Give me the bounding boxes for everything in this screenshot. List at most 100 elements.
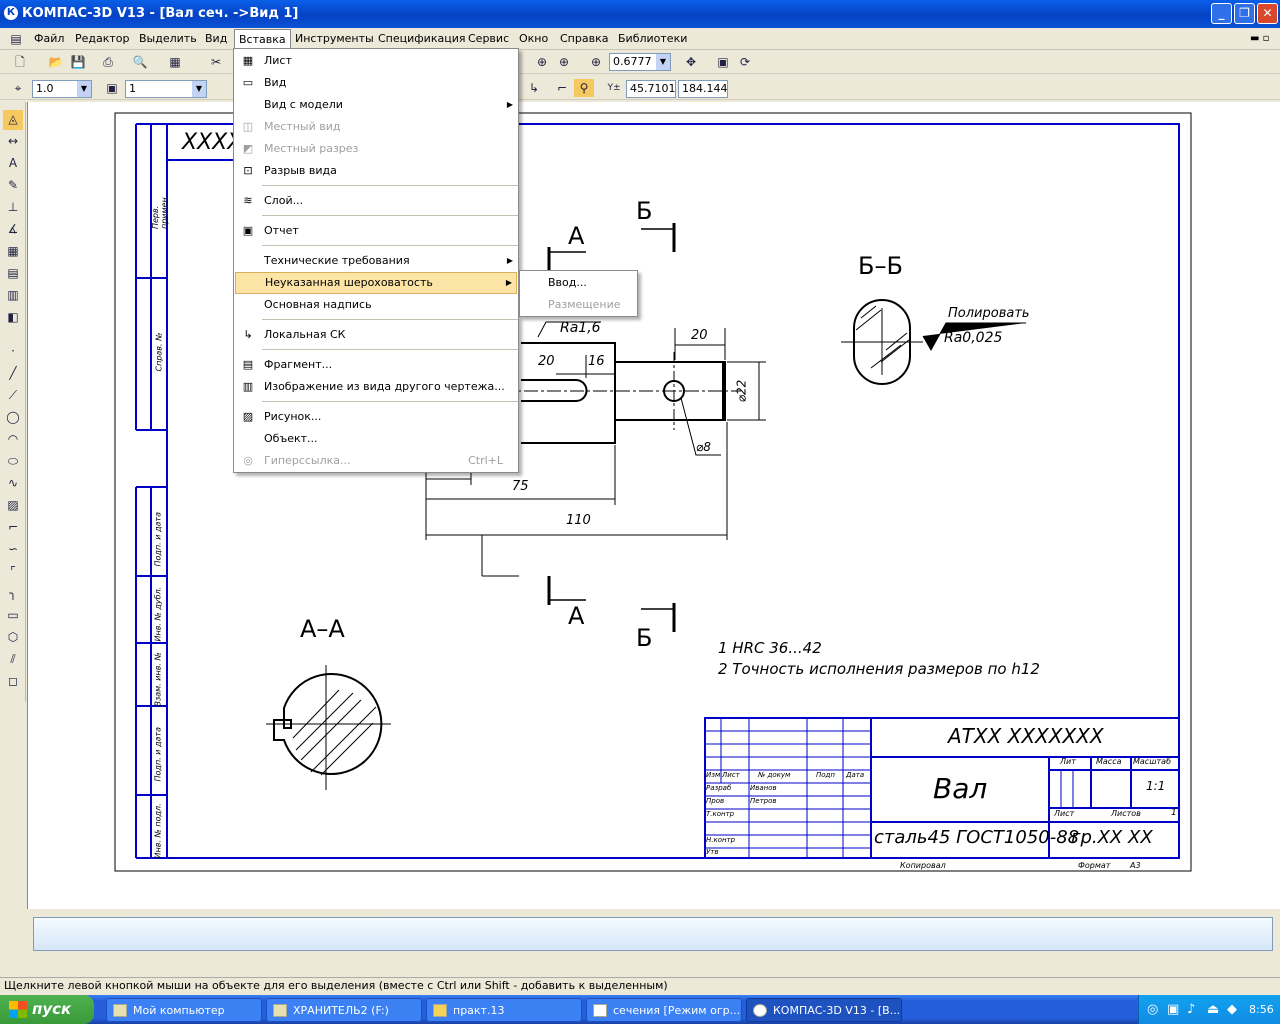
menu-item-view[interactable]: ▭ Вид xyxy=(235,72,517,94)
cut-icon[interactable]: ✂ xyxy=(206,53,226,71)
menu-specification[interactable]: Спецификация xyxy=(374,31,469,47)
edit-icon[interactable]: ✎ xyxy=(3,176,23,196)
notation-icon[interactable]: A xyxy=(3,154,23,174)
equidistant-icon[interactable]: ⫽ xyxy=(3,650,23,670)
start-button[interactable]: пуск xyxy=(0,995,94,1024)
dimensions-icon[interactable]: ↔ xyxy=(3,132,23,152)
coord-x-field[interactable]: 45.7101 xyxy=(626,80,676,98)
menu-item-title-block[interactable]: Основная надпись xyxy=(235,294,517,316)
close-button[interactable]: ✕ xyxy=(1257,3,1278,24)
properties-panel-body[interactable] xyxy=(33,917,1273,951)
menu-item-hyperlink[interactable]: ◎ Гиперссылка... Ctrl+L xyxy=(235,450,517,472)
task-my-computer[interactable]: Мой компьютер xyxy=(106,998,262,1022)
associative-view-icon[interactable]: ▤ xyxy=(3,264,23,284)
task-word-sections[interactable]: сечения [Режим огр... xyxy=(586,998,742,1022)
chamfer-icon[interactable]: ⌜ xyxy=(3,562,23,582)
drawing-sheet[interactable] xyxy=(28,102,1280,909)
new-document-icon[interactable]: 🗋 xyxy=(10,53,30,71)
menu-file[interactable]: Файл xyxy=(30,31,68,47)
menu-item-view-break[interactable]: ⊡ Разрыв вида xyxy=(235,160,517,182)
menu-view[interactable]: Вид xyxy=(201,31,231,47)
aux-line-icon[interactable]: ╱ xyxy=(3,364,23,384)
contour-icon[interactable]: ◻ xyxy=(3,672,23,692)
maximize-button[interactable]: ❐ xyxy=(1234,3,1255,24)
parametrization-icon[interactable]: ⊥ xyxy=(3,198,23,218)
properties-icon[interactable]: ▦ xyxy=(165,53,185,71)
menu-insert[interactable]: Вставка xyxy=(234,29,291,49)
menu-item-image-from-view[interactable]: ▥ Изображение из вида другого чертежа... xyxy=(235,376,517,398)
open-icon[interactable]: 📂 xyxy=(46,53,66,71)
menu-select[interactable]: Выделить xyxy=(135,31,201,47)
preview-icon[interactable]: 🔍 xyxy=(130,53,150,71)
spline-icon[interactable]: ∿ xyxy=(3,474,23,494)
menu-item-picture[interactable]: ▨ Рисунок... xyxy=(235,406,517,428)
menu-item-layer[interactable]: ≋ Слой... xyxy=(235,190,517,212)
menu-item-local-view[interactable]: ◫ Местный вид xyxy=(235,116,517,138)
zoom-in-icon[interactable]: ⊕ xyxy=(554,53,574,71)
chevron-down-icon[interactable]: ▼ xyxy=(77,81,91,97)
circle-icon[interactable]: ◯ xyxy=(3,408,23,428)
layer-state-icon[interactable]: ▣ xyxy=(102,79,122,97)
snap-icon[interactable]: ⌖ xyxy=(8,79,28,97)
volume-icon[interactable]: ♪ xyxy=(1187,1002,1195,1017)
safely-remove-icon[interactable]: ⏏ xyxy=(1207,1002,1219,1017)
submenu-item-placement[interactable]: Размещение xyxy=(548,294,621,316)
segment-icon[interactable]: ⟋ xyxy=(3,386,23,406)
menu-item-local-section[interactable]: ◩ Местный разрез xyxy=(235,138,517,160)
layer-field[interactable]: 1 ▼ xyxy=(125,80,207,98)
menu-edit[interactable]: Редактор xyxy=(71,31,134,47)
ortho-icon[interactable]: ⌐ xyxy=(552,79,572,97)
language-icon[interactable]: ◆ xyxy=(1227,1002,1237,1017)
local-cs-icon[interactable]: ↳ xyxy=(524,79,544,97)
menu-item-local-cs[interactable]: ↳ Локальная СК xyxy=(235,324,517,346)
pan-icon[interactable]: ✥ xyxy=(681,53,701,71)
show-all-icon[interactable]: ▣ xyxy=(713,53,733,71)
point-icon[interactable]: · xyxy=(3,342,23,362)
menu-help[interactable]: Справка xyxy=(556,31,612,47)
menu-item-object[interactable]: Объект... xyxy=(235,428,517,450)
task-kompas[interactable]: КОМПАС-3D V13 - [В... xyxy=(746,998,902,1022)
select-icon[interactable]: ▦ xyxy=(3,242,23,262)
chevron-down-icon[interactable]: ▼ xyxy=(656,54,670,70)
geometry-icon[interactable]: ◬ xyxy=(3,110,23,130)
spec-icon[interactable]: ▥ xyxy=(3,286,23,306)
menu-tools[interactable]: Инструменты xyxy=(291,31,378,47)
display-icon[interactable]: ▣ xyxy=(1167,1002,1179,1017)
arc-icon[interactable]: ◠ xyxy=(3,430,23,450)
task-prakt13[interactable]: практ.13 xyxy=(426,998,582,1022)
polyline-icon[interactable]: ⌐ xyxy=(3,518,23,538)
network-icon[interactable]: ◎ xyxy=(1147,1002,1158,1017)
zoom-window-icon[interactable]: ⊕ xyxy=(532,53,552,71)
bezier-icon[interactable]: ∽ xyxy=(3,540,23,560)
minimize-button[interactable]: _ xyxy=(1211,3,1232,24)
zoom-field[interactable]: 0.6777 ▼ xyxy=(609,53,671,71)
scale-field[interactable]: 1.0 ▼ xyxy=(32,80,92,98)
menu-item-tech-requirements[interactable]: Технические требования ▶ xyxy=(235,250,517,272)
coord-y-field[interactable]: 184.144 xyxy=(678,80,728,98)
ellipse-icon[interactable]: ⬭ xyxy=(3,452,23,472)
chevron-down-icon[interactable]: ▼ xyxy=(192,81,206,97)
menu-service[interactable]: Сервис xyxy=(464,31,513,47)
fillet-icon[interactable]: ╮ xyxy=(3,584,23,604)
drawing-canvas[interactable]: XXXX А А Б Б Б–Б А–А Ra1,6 Полировать Ra… xyxy=(27,102,1280,909)
rectangle-icon[interactable]: ▭ xyxy=(3,606,23,626)
zoom-icon[interactable]: ⊕ xyxy=(586,53,606,71)
menu-item-fragment[interactable]: ▤ Фрагмент... xyxy=(235,354,517,376)
menu-window[interactable]: Окно xyxy=(515,31,552,47)
save-icon[interactable]: 💾 xyxy=(68,53,88,71)
measure-icon[interactable]: ∡ xyxy=(3,220,23,240)
menu-item-view-from-model[interactable]: Вид с модели ▶ xyxy=(235,94,517,116)
reports-icon[interactable]: ◧ xyxy=(3,308,23,328)
menu-libraries[interactable]: Библиотеки xyxy=(614,31,691,47)
snap-toggle-icon[interactable]: ⚲ xyxy=(574,79,594,97)
task-drive-f[interactable]: ХРАНИТЕЛЬ2 (F:) xyxy=(266,998,422,1022)
menu-item-report[interactable]: ▣ Отчет xyxy=(235,220,517,242)
document-icon[interactable]: ▤ xyxy=(6,30,26,48)
menu-item-sheet[interactable]: ▦ Лист xyxy=(235,50,517,72)
hatch-icon[interactable]: ▨ xyxy=(3,496,23,516)
refresh-icon[interactable]: ⟳ xyxy=(735,53,755,71)
polygon-icon[interactable]: ⬡ xyxy=(3,628,23,648)
print-icon[interactable]: ⎙ xyxy=(98,53,118,71)
menu-item-unspecified-roughness[interactable]: Неуказанная шероховатость ▶ xyxy=(235,272,517,294)
submenu-item-input[interactable]: Ввод... xyxy=(548,272,587,294)
